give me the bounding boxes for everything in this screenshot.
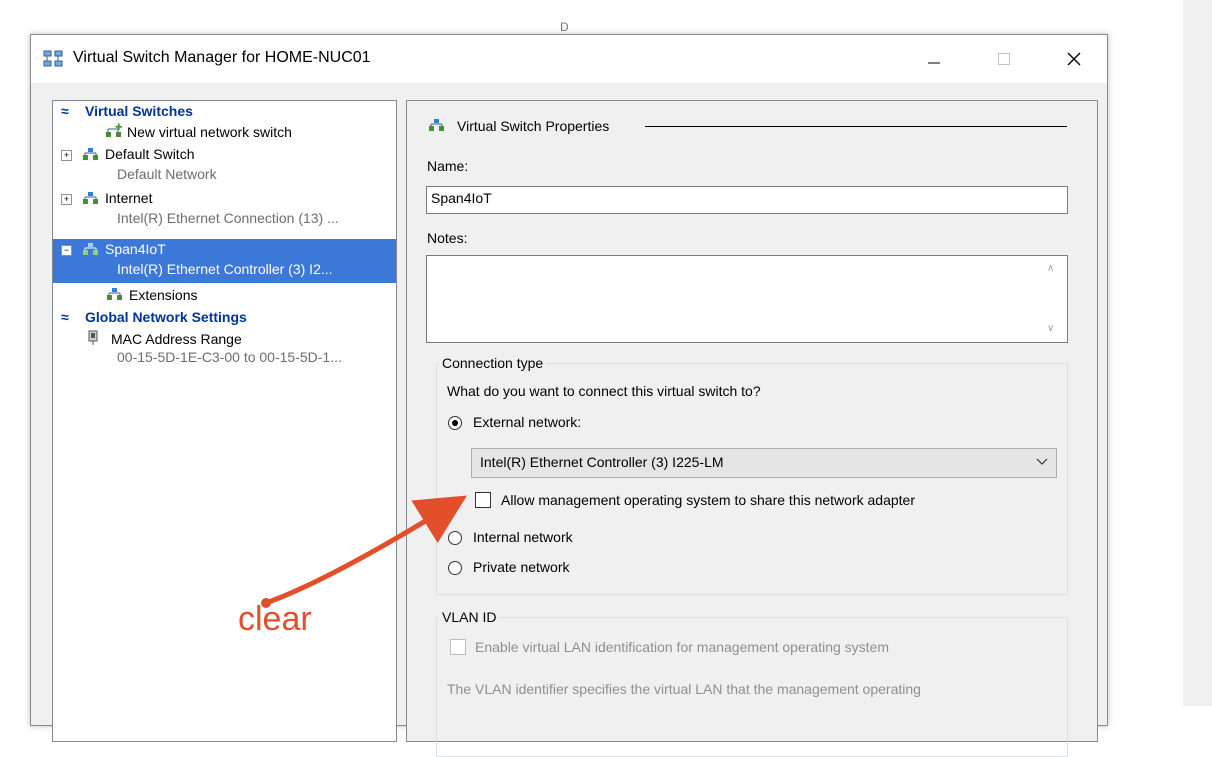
- collapse-minus-icon[interactable]: −: [61, 245, 72, 256]
- new-switch-label: New virtual network switch: [127, 124, 292, 140]
- mac-address-range-subtitle: 00-15-5D-1E-C3-00 to 00-15-5D-1...: [117, 349, 342, 365]
- virtual-switches-header: Virtual Switches: [85, 103, 193, 119]
- virtual-switch-properties-pane: Virtual Switch Properties Name: Span4IoT…: [406, 100, 1098, 757]
- allow-management-label[interactable]: Allow management operating system to sha…: [501, 492, 915, 508]
- notes-label: Notes:: [427, 230, 468, 246]
- internal-network-label[interactable]: Internal network: [473, 529, 573, 545]
- private-network-label[interactable]: Private network: [473, 559, 569, 575]
- switch-tree-pane: ≈ Virtual Switches ✚ New virtual network…: [52, 100, 397, 742]
- minimize-button[interactable]: [911, 35, 957, 83]
- section-global-network-settings[interactable]: ≈ Global Network Settings: [53, 307, 396, 327]
- tree-item-default-switch[interactable]: + Default Switch Default Network: [53, 144, 396, 188]
- default-switch-subtitle: Default Network: [117, 166, 217, 182]
- enable-vlan-checkbox[interactable]: [450, 639, 466, 655]
- background-right-panel: [1183, 0, 1212, 706]
- vlan-description: The VLAN identifier specifies the virtua…: [447, 681, 921, 697]
- chevron-down-icon: [1036, 454, 1048, 470]
- tree-item-extensions[interactable]: Extensions: [53, 285, 396, 307]
- internet-switch-label: Internet: [105, 190, 153, 206]
- window-client-area: ≈ Virtual Switches ✚ New virtual network…: [31, 83, 1107, 757]
- tree-item-span4iot[interactable]: − Span4IoT Intel(R) Ethernet Controller …: [53, 239, 396, 283]
- mac-address-range-label: MAC Address Range: [111, 331, 242, 347]
- internal-network-radio[interactable]: [448, 531, 462, 545]
- enable-vlan-label: Enable virtual LAN identification for ma…: [475, 639, 889, 655]
- notes-textarea[interactable]: [426, 255, 1068, 343]
- tree-item-mac-address-range[interactable]: MAC Address Range 00-15-5D-1E-C3-00 to 0…: [53, 329, 396, 373]
- background-window-title: D: [560, 20, 569, 34]
- collapse-chevron-icon[interactable]: ≈: [61, 103, 69, 119]
- network-adapter-value: Intel(R) Ethernet Controller (3) I225-LM: [480, 454, 724, 470]
- private-network-radio[interactable]: [448, 561, 462, 575]
- expand-plus-icon[interactable]: +: [61, 150, 72, 161]
- tree-item-new-switch[interactable]: ✚ New virtual network switch: [53, 122, 396, 144]
- window-title: Virtual Switch Manager for HOME-NUC01: [73, 49, 371, 66]
- virtual-switch-manager-window: Virtual Switch Manager for HOME-NUC01 ≈ …: [30, 34, 1108, 757]
- annotation-clear-label: clear: [238, 600, 312, 638]
- switch-icon: [81, 190, 101, 209]
- properties-section-title: Virtual Switch Properties: [457, 118, 610, 134]
- allow-management-checkbox[interactable]: [475, 492, 491, 508]
- scroll-up-icon[interactable]: ∧: [1047, 263, 1054, 274]
- span4iot-switch-label: Span4IoT: [105, 241, 166, 257]
- expand-plus-icon[interactable]: +: [61, 194, 72, 205]
- tree-item-internet[interactable]: + Internet Intel(R) Ethernet Connection …: [53, 188, 396, 232]
- svg-text:✚: ✚: [115, 123, 123, 133]
- external-network-radio[interactable]: [448, 416, 462, 430]
- extensions-icon: [105, 286, 125, 305]
- vlan-id-title: VLAN ID: [439, 609, 500, 625]
- external-network-label[interactable]: External network:: [473, 414, 581, 430]
- close-icon: [1067, 52, 1081, 66]
- minimize-icon: [928, 62, 940, 64]
- global-network-settings-header: Global Network Settings: [85, 309, 247, 325]
- switch-properties-icon: [427, 117, 447, 136]
- new-switch-icon: ✚: [105, 123, 123, 142]
- network-adapter-select[interactable]: Intel(R) Ethernet Controller (3) I225-LM: [471, 448, 1057, 478]
- name-label: Name:: [427, 158, 469, 174]
- extensions-label: Extensions: [129, 287, 198, 303]
- network-switch-icon: [43, 50, 63, 71]
- network-adapter-icon: [87, 330, 99, 349]
- section-divider: [645, 126, 1067, 127]
- collapse-chevron-icon[interactable]: ≈: [61, 309, 69, 325]
- default-switch-label: Default Switch: [105, 146, 195, 162]
- name-input[interactable]: Span4IoT: [426, 186, 1068, 214]
- close-button[interactable]: [1051, 35, 1097, 83]
- maximize-button[interactable]: [981, 35, 1027, 83]
- switch-icon: [81, 241, 101, 260]
- connection-type-question: What do you want to connect this virtual…: [447, 383, 761, 399]
- span4iot-switch-subtitle: Intel(R) Ethernet Controller (3) I2...: [117, 261, 333, 277]
- scroll-down-icon[interactable]: ∨: [1047, 323, 1054, 334]
- internet-switch-subtitle: Intel(R) Ethernet Connection (13) ...: [117, 210, 339, 226]
- title-bar[interactable]: Virtual Switch Manager for HOME-NUC01: [31, 35, 1107, 83]
- section-virtual-switches[interactable]: ≈ Virtual Switches: [53, 101, 396, 121]
- switch-icon: [81, 146, 101, 165]
- connection-type-title: Connection type: [439, 355, 547, 371]
- maximize-icon: [998, 53, 1010, 65]
